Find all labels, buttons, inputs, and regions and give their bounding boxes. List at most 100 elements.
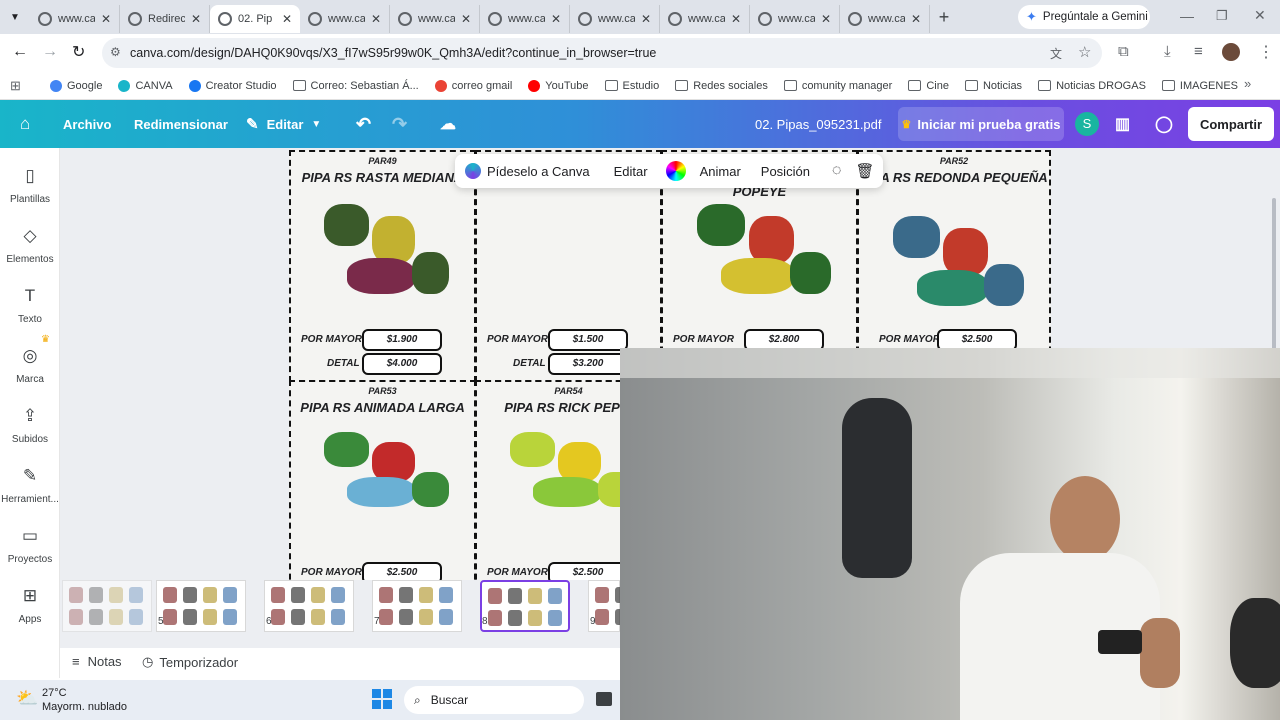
bookmark-item[interactable]: Noticias (964, 80, 1022, 92)
ask-canva-button[interactable]: Pídeselo a Canva (455, 163, 600, 179)
browser-tab[interactable]: www.ca ✕ (30, 5, 120, 33)
media-icon[interactable]: ≡ (1194, 43, 1203, 60)
tab-close-icon[interactable]: ✕ (731, 12, 741, 26)
folder-icon (783, 80, 797, 91)
trial-button[interactable]: ♛ Iniciar mi prueba gratis (898, 107, 1064, 141)
color-wheel-icon[interactable] (665, 161, 686, 181)
maximize-icon[interactable]: ❐ (1216, 8, 1228, 24)
cloud-check-icon: ☁ (440, 116, 456, 133)
bookmark-item[interactable]: comunity manager (783, 80, 892, 92)
bookmark-item[interactable]: correo gmail (434, 79, 512, 92)
task-view-icon[interactable] (596, 692, 612, 706)
bookmark-item[interactable]: Creator Studio (188, 79, 277, 92)
editar-menu[interactable]: ✎ Editar ▼ (246, 100, 321, 148)
tab-close-icon[interactable]: ✕ (821, 12, 831, 26)
minimize-icon[interactable]: — (1180, 8, 1194, 24)
close-window-icon[interactable]: ✕ (1254, 7, 1266, 24)
browser-tab[interactable]: www.ca ✕ (480, 5, 570, 33)
canva-header: ⌂ Archivo Redimensionar ✎ Editar ▼ ↶ ↷ ☁… (0, 100, 1280, 148)
windows-start-icon[interactable] (372, 689, 392, 709)
redo-button[interactable]: ↷ (392, 100, 407, 148)
share-button[interactable]: Compartir (1188, 107, 1274, 141)
browser-tab[interactable]: Redirec ✕ (120, 5, 210, 33)
tab-close-icon[interactable]: ✕ (191, 12, 201, 26)
undo-button[interactable]: ↶ (356, 100, 371, 148)
profile-avatar[interactable] (1222, 43, 1240, 61)
bookmark-item[interactable]: CANVA (118, 79, 173, 92)
bookmark-item[interactable]: Estudio (604, 80, 659, 92)
bookmark-item[interactable]: Cine (908, 80, 949, 92)
bookmark-star-icon[interactable]: ☆ (1078, 43, 1091, 61)
tab-close-icon[interactable]: ✕ (282, 12, 292, 26)
edit-element-button[interactable]: Editar (600, 164, 662, 179)
page-thumbnail[interactable] (372, 580, 462, 632)
page-thumbnail[interactable] (62, 580, 152, 632)
browser-tab[interactable]: www.ca ✕ (300, 5, 390, 33)
bookmark-item[interactable]: IMAGENES (1161, 80, 1238, 92)
translate-icon[interactable]: 文 (1050, 45, 1062, 62)
address-bar[interactable]: ⚙ canva.com/design/DAHQ0K90vqs/X3_fI7wS9… (102, 38, 1102, 68)
page-thumbnail[interactable] (156, 580, 246, 632)
tab-close-icon[interactable]: ✕ (911, 12, 921, 26)
doc-title[interactable]: 02. Pipas_095231.pdf (755, 100, 882, 148)
rail-item[interactable]: ▯ Plantillas (0, 166, 60, 205)
position-button[interactable]: Posición (751, 164, 820, 179)
bookmark-item[interactable]: Google (50, 79, 103, 92)
rail-item[interactable]: ✎ Herramient... (0, 466, 60, 505)
menu-icon[interactable]: ⋮ (1258, 42, 1274, 62)
product-card[interactable]: PAR49 PIPA RS RASTA MEDIANA POR MAYOR $1.90… (289, 150, 476, 382)
bookmark-item[interactable]: Redes sociales (675, 80, 768, 92)
rail-item[interactable]: ◇ Elementos (0, 226, 60, 265)
back-icon[interactable]: ← (12, 43, 28, 61)
animate-button[interactable]: Animar (690, 164, 751, 179)
comments-button[interactable]: ◯ (1155, 100, 1173, 148)
site-info-icon[interactable]: ⚙ (110, 45, 121, 59)
bookmark-item[interactable]: Correo: Sebastian Á... (292, 80, 419, 92)
archivo-menu[interactable]: Archivo (63, 100, 111, 148)
reload-icon[interactable]: ↻ (72, 42, 85, 62)
rail-item[interactable]: T Texto (0, 286, 60, 325)
forward-icon[interactable]: → (42, 43, 58, 61)
redimensionar-button[interactable]: Redimensionar (134, 100, 228, 148)
browser-tab[interactable]: www.ca ✕ (840, 5, 930, 33)
tab-close-icon[interactable]: ✕ (461, 12, 471, 26)
gemini-button[interactable]: ✦ Pregúntale a Gemini (1018, 5, 1150, 29)
tab-close-icon[interactable]: ✕ (101, 12, 111, 26)
bookmark-label: Google (67, 79, 103, 92)
new-tab-button[interactable]: + (930, 7, 958, 28)
rail-item[interactable]: ◎ Marca (0, 346, 60, 385)
user-avatar[interactable]: S (1075, 112, 1099, 136)
browser-tab[interactable]: 02. Pip ✕ (210, 5, 300, 33)
browser-tab[interactable]: www.ca ✕ (570, 5, 660, 33)
page-thumbnail[interactable] (480, 580, 570, 632)
trash-icon[interactable]: 🗑 (855, 162, 874, 180)
more-bookmarks-icon[interactable]: » (1244, 76, 1251, 91)
browser-tab[interactable]: www.ca ✕ (750, 5, 840, 33)
taskbar-search[interactable]: ⌕ Buscar (404, 686, 584, 714)
tab-search-button[interactable]: ▼ (0, 0, 30, 34)
save-status-button[interactable]: ☁ (440, 100, 456, 148)
extensions-icon[interactable]: ⧉ (1118, 43, 1129, 60)
insights-button[interactable]: ▥ (1115, 100, 1130, 148)
bookmark-item[interactable]: YouTube (528, 79, 589, 92)
bookmark-item[interactable]: Noticias DROGAS (1038, 80, 1146, 92)
tab-close-icon[interactable]: ✕ (371, 12, 381, 26)
tab-list: www.ca ✕ Redirec ✕ 02. Pip ✕ www.ca ✕ www.ca ✕ www… (30, 1, 930, 33)
tab-close-icon[interactable]: ✕ (641, 12, 651, 26)
page-thumbnail[interactable] (264, 580, 354, 632)
rail-item[interactable]: ▭ Proyectos (0, 526, 60, 565)
comment-add-icon[interactable]: ◌ (832, 162, 842, 180)
browser-tab[interactable]: www.ca ✕ (660, 5, 750, 33)
browser-tab[interactable]: www.ca ✕ (390, 5, 480, 33)
webcam-phone (1098, 630, 1142, 654)
rail-item[interactable]: ⊞ Apps (0, 586, 60, 625)
notes-button[interactable]: ≡ Notas (72, 654, 122, 669)
download-icon[interactable]: ⤓ (1164, 43, 1171, 60)
product-card[interactable]: PAR53 PIPA RS ANIMADA LARGA POR MAYOR $2.50… (289, 380, 476, 580)
bookmark-label: CANVA (135, 79, 173, 92)
home-button[interactable]: ⌂ (20, 100, 30, 148)
timer-button[interactable]: ◷ Temporizador (142, 654, 238, 670)
apps-grid-icon[interactable]: ⊞ (10, 78, 21, 94)
tab-close-icon[interactable]: ✕ (551, 12, 561, 26)
rail-item[interactable]: ⇪ Subidos (0, 406, 60, 445)
